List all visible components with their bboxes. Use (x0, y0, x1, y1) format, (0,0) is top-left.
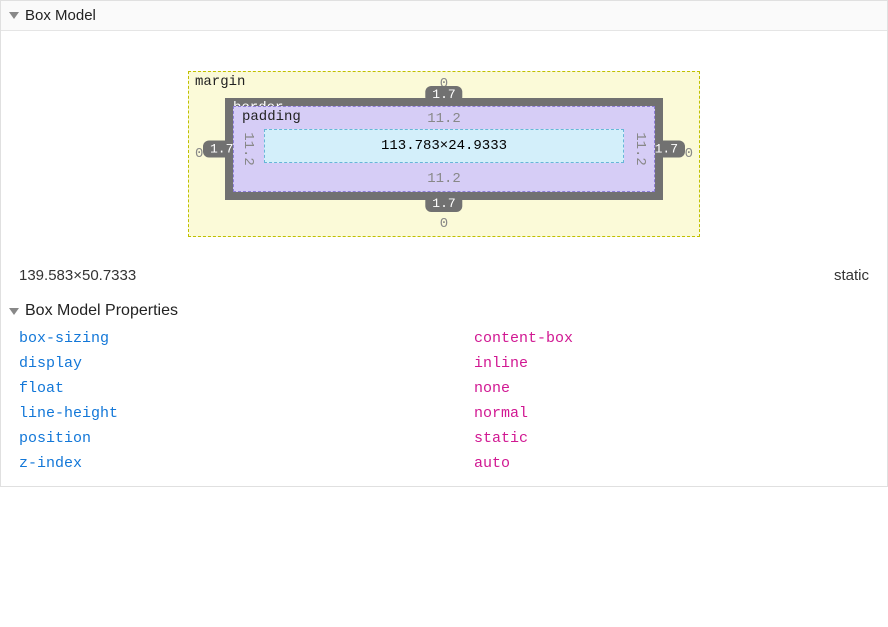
property-name: line-height (19, 405, 474, 422)
padding-left[interactable]: 11.2 (240, 132, 256, 166)
padding-top[interactable]: 11.2 (427, 111, 461, 127)
box-model-padding[interactable]: padding 11.2 11.2 11.2 11.2 113.783×24.9… (233, 106, 655, 192)
section-title: Box Model (25, 7, 96, 24)
property-value: normal (474, 405, 528, 422)
element-dimensions: 139.583×50.7333 (19, 267, 136, 284)
box-model-diagram: margin 0 0 0 0 border 1.7 1.7 1.7 1.7 pa… (1, 31, 887, 267)
margin-label: margin (195, 74, 245, 90)
box-model-header[interactable]: Box Model (1, 1, 887, 31)
property-value: static (474, 430, 528, 447)
margin-right[interactable]: 0 (685, 146, 693, 162)
padding-bottom[interactable]: 11.2 (427, 171, 461, 187)
property-value: content-box (474, 330, 573, 347)
box-model-margin[interactable]: margin 0 0 0 0 border 1.7 1.7 1.7 1.7 pa… (188, 71, 700, 237)
property-name: display (19, 355, 474, 372)
content-dimensions: 113.783×24.9333 (381, 138, 507, 154)
padding-label: padding (242, 109, 301, 125)
property-name: box-sizing (19, 330, 474, 347)
margin-bottom[interactable]: 0 (440, 216, 448, 232)
border-top[interactable]: 1.7 (425, 86, 462, 103)
property-name: float (19, 380, 474, 397)
property-row[interactable]: displayinline (19, 351, 869, 376)
property-row[interactable]: positionstatic (19, 426, 869, 451)
box-model-border[interactable]: border 1.7 1.7 1.7 1.7 padding 11.2 11.2… (225, 98, 663, 200)
border-bottom[interactable]: 1.7 (425, 195, 462, 212)
box-model-info-row: 139.583×50.7333 static (1, 267, 887, 298)
property-name: position (19, 430, 474, 447)
property-row[interactable]: floatnone (19, 376, 869, 401)
box-model-panel: Box Model margin 0 0 0 0 border 1.7 1.7 … (0, 0, 888, 487)
sub-section-title: Box Model Properties (25, 302, 178, 320)
box-model-properties-list: box-sizingcontent-boxdisplayinlinefloatn… (1, 326, 887, 486)
box-model-content[interactable]: 113.783×24.9333 (264, 129, 624, 163)
property-name: z-index (19, 455, 474, 472)
property-row[interactable]: z-indexauto (19, 451, 869, 476)
property-value: auto (474, 455, 510, 472)
padding-right[interactable]: 11.2 (632, 132, 648, 166)
element-position-mode: static (834, 267, 869, 284)
box-model-properties-header[interactable]: Box Model Properties (1, 298, 887, 326)
property-value: none (474, 380, 510, 397)
property-row[interactable]: line-heightnormal (19, 401, 869, 426)
property-row[interactable]: box-sizingcontent-box (19, 326, 869, 351)
chevron-down-icon (9, 12, 19, 19)
property-value: inline (474, 355, 528, 372)
chevron-down-icon (9, 308, 19, 315)
